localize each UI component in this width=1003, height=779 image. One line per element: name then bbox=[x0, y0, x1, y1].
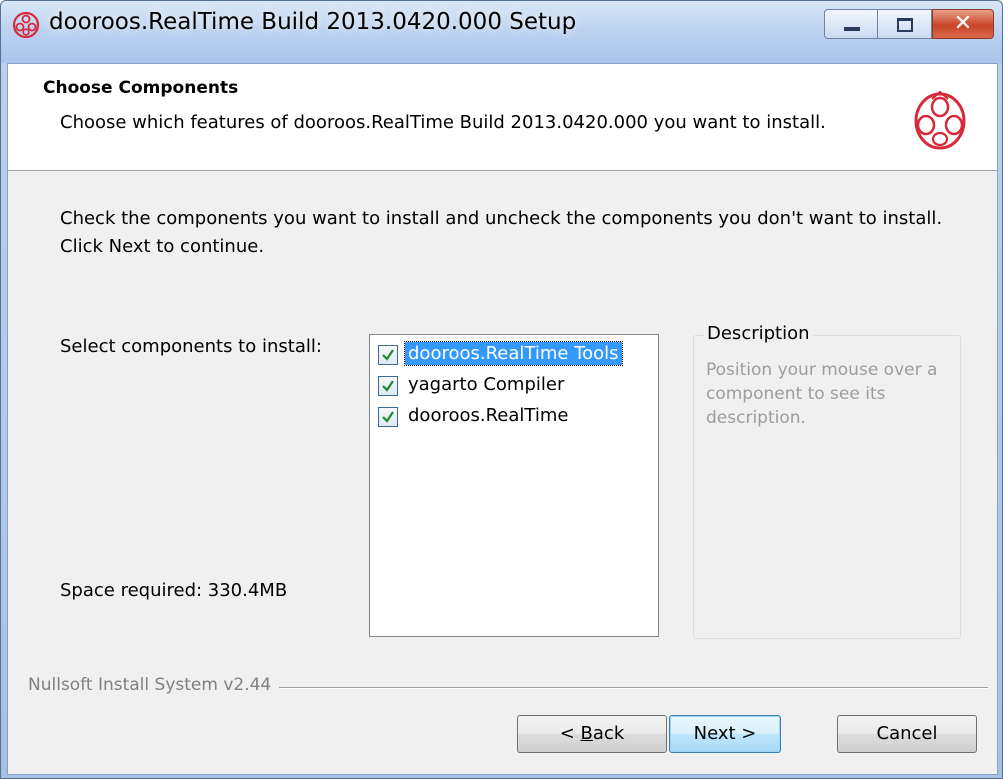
maximize-icon bbox=[897, 18, 913, 32]
next-button[interactable]: Next > bbox=[669, 715, 781, 753]
back-accelerator: B bbox=[580, 723, 593, 744]
back-button[interactable]: < Back bbox=[517, 715, 667, 753]
component-checkbox[interactable] bbox=[378, 376, 398, 396]
select-components-label: Select components to install: bbox=[60, 336, 322, 357]
close-button[interactable]: ✕ bbox=[932, 9, 994, 39]
instructions-text: Check the components you want to install… bbox=[60, 208, 943, 257]
component-label[interactable]: dooroos.RealTime bbox=[405, 404, 571, 427]
description-text: Position your mouse over a component to … bbox=[706, 360, 938, 428]
nsis-branding: Nullsoft Install System v2.44 bbox=[28, 675, 280, 695]
close-icon: ✕ bbox=[953, 11, 973, 36]
minimize-button[interactable] bbox=[824, 9, 878, 39]
description-group: Description Position your mouse over a c… bbox=[693, 323, 961, 639]
back-prefix: < bbox=[559, 723, 581, 744]
checkmark-icon bbox=[382, 411, 394, 423]
window-title: dooroos.RealTime Build 2013.0420.000 Set… bbox=[49, 9, 577, 35]
page-header: Choose Components Choose which features … bbox=[8, 64, 997, 171]
component-checkbox[interactable] bbox=[378, 407, 398, 427]
page-title: Choose Components bbox=[43, 78, 239, 98]
setup-window: dooroos.RealTime Build 2013.0420.000 Set… bbox=[0, 0, 1003, 779]
component-checkbox[interactable] bbox=[378, 345, 398, 365]
title-bar[interactable]: dooroos.RealTime Build 2013.0420.000 Set… bbox=[1, 1, 1002, 63]
back-label-rest: ack bbox=[592, 723, 625, 744]
minimize-icon bbox=[844, 27, 860, 31]
space-required-label: Space required: 330.4MB bbox=[60, 580, 288, 601]
component-label[interactable]: yagarto Compiler bbox=[405, 373, 567, 396]
component-label[interactable]: dooroos.RealTime Tools bbox=[404, 341, 623, 366]
components-tree[interactable]: dooroos.RealTime Tools yagarto Compiler … bbox=[369, 334, 659, 637]
checkmark-icon bbox=[382, 380, 394, 392]
dialog-client-area: Choose Components Choose which features … bbox=[7, 63, 998, 775]
maximize-button[interactable] bbox=[878, 9, 932, 39]
page-subtitle: Choose which features of dooroos.RealTim… bbox=[60, 112, 826, 133]
dooroos-logo-icon bbox=[12, 11, 40, 39]
cancel-button[interactable]: Cancel bbox=[837, 715, 977, 753]
checkmark-icon bbox=[382, 349, 394, 361]
dooroos-logo-icon bbox=[914, 90, 966, 150]
description-legend: Description bbox=[704, 323, 813, 344]
